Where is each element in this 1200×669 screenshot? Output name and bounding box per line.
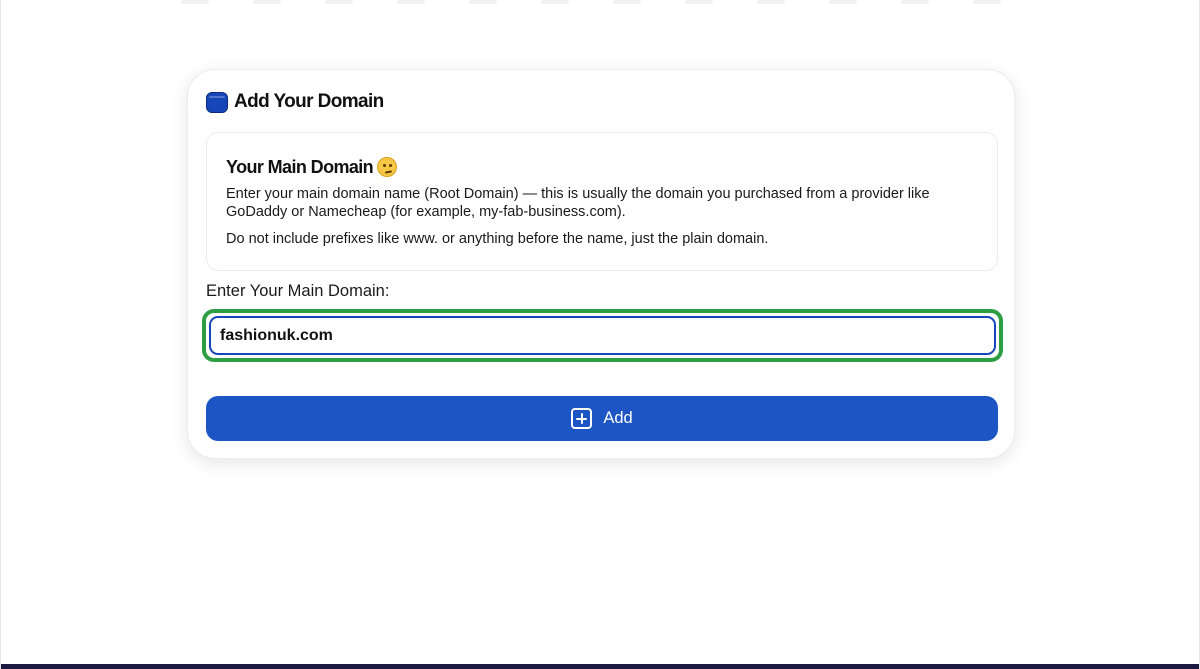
plus-square-icon [571,408,593,429]
info-title: Your Main Domain [226,156,374,177]
domain-field-label: Enter Your Main Domain: [206,282,390,300]
domain-input-highlight [202,309,1003,362]
thinking-face-icon [377,157,398,177]
top-nav-placeholder [181,0,1001,6]
add-domain-card: Add Your Domain Your Main Domain Enter y… [187,69,1015,459]
add-button-label: Add [603,409,633,427]
page: Add Your Domain Your Main Domain Enter y… [0,0,1200,669]
domain-input[interactable] [209,316,996,355]
add-button[interactable]: Add [206,396,998,441]
card-header: Add Your Domain [206,91,384,113]
info-paragraph-root-domain: Enter your main domain name (Root Domain… [226,186,930,220]
info-paragraph-no-prefix: Do not include prefixes like www. or any… [226,231,769,247]
bottom-bar [1,664,1199,669]
info-box: Your Main Domain Enter your main domain … [206,132,998,271]
database-icon [206,91,228,113]
info-title-row: Your Main Domain [226,155,979,179]
card-title: Add Your Domain [234,91,384,112]
